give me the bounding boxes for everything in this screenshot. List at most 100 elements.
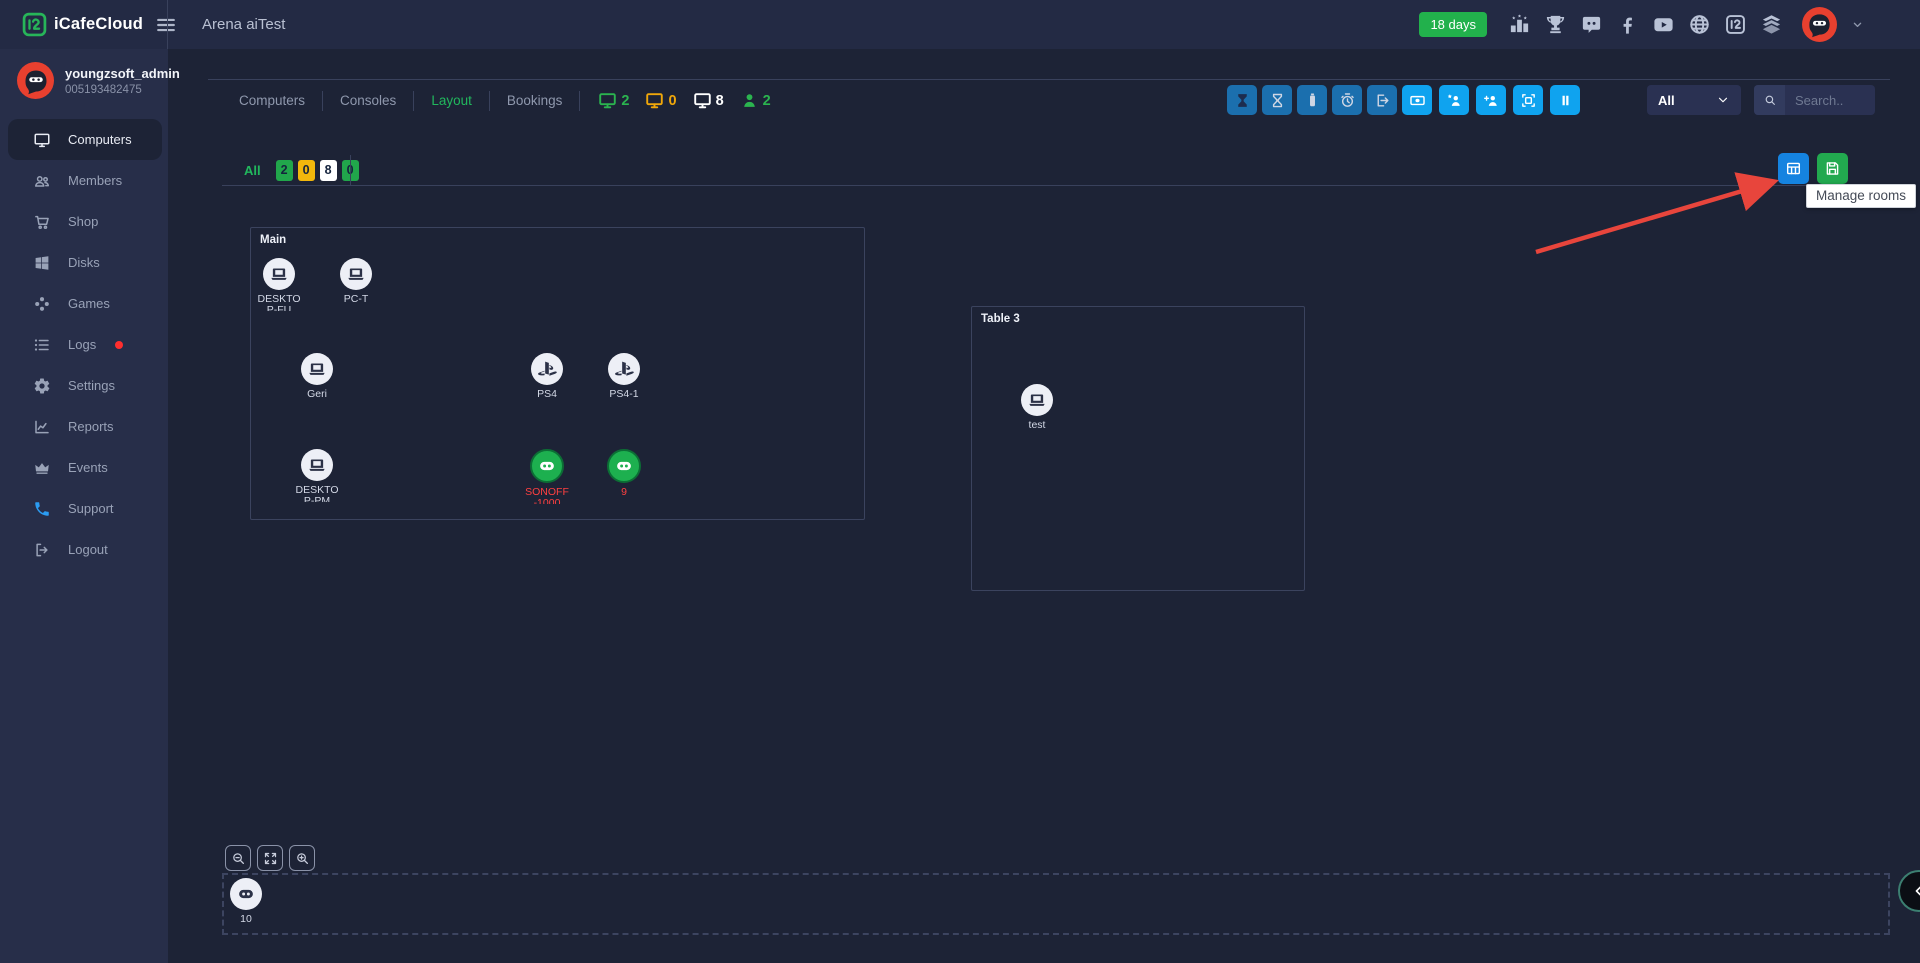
counter-value: 2	[763, 93, 771, 109]
sidebar-item-reports[interactable]: Reports	[8, 406, 162, 447]
account-menu-caret[interactable]	[1850, 17, 1865, 32]
ps-icon	[613, 358, 635, 380]
menu-toggle-button[interactable]	[155, 14, 177, 36]
device-label: 10	[216, 914, 276, 925]
unread-dot	[115, 341, 123, 349]
device-ps4[interactable]: PS4	[512, 353, 582, 400]
app-logo[interactable]: iCafeCloud	[22, 12, 143, 37]
device-desktop-pm[interactable]: DESKTOP-PM	[282, 449, 352, 502]
youngzsoft-icon	[1760, 13, 1783, 36]
playstation-icon	[608, 353, 640, 385]
sidebar-item-logs[interactable]: Logs	[8, 324, 162, 365]
counter-computers-0: 2	[598, 91, 629, 110]
collapse-panel-button[interactable]	[1898, 870, 1920, 912]
expand-icon	[263, 851, 278, 866]
header-actions: 18 days	[1419, 7, 1920, 42]
settings-icon	[33, 377, 51, 395]
screenshot-button[interactable]	[1513, 85, 1543, 115]
pause-button[interactable]	[1550, 85, 1580, 115]
ranking-icon	[1508, 13, 1531, 36]
pc-icon	[1021, 384, 1053, 416]
rooms-filter-all-tab[interactable]: All 2080	[222, 160, 359, 181]
save-icon	[1824, 160, 1841, 177]
timer-icon	[1339, 92, 1356, 109]
facebook-icon[interactable]	[1616, 13, 1639, 36]
sidebar-item-events[interactable]: Events	[8, 447, 162, 488]
youtube-icon[interactable]	[1652, 13, 1675, 36]
save-layout-button[interactable]	[1817, 153, 1848, 184]
device-9[interactable]: 9	[589, 449, 659, 498]
sidebar-item-members[interactable]: Members	[8, 160, 162, 201]
chevron-left-icon	[1909, 881, 1920, 901]
device-ps4-1[interactable]: PS4-1	[589, 353, 659, 400]
ranking-icon[interactable]	[1508, 13, 1531, 36]
sidebar-item-computers[interactable]: Computers	[8, 119, 162, 160]
ps-icon	[536, 358, 558, 380]
shop-icon	[33, 213, 51, 231]
view-tabs-row: ComputersConsolesLayoutBookings 2 0 8 2 All	[222, 84, 1890, 117]
chevron-down-icon	[1716, 93, 1730, 107]
filter-count-badge: 8	[320, 160, 337, 181]
tab-computers[interactable]: Computers	[222, 84, 322, 117]
user-id: 005193482475	[65, 84, 180, 96]
sidebar-item-games[interactable]: Games	[8, 283, 162, 324]
globe-icon	[1688, 13, 1711, 36]
sidebar-menu: Computers MembersShopDisksGamesLogsSettin…	[0, 119, 168, 570]
device-desktop-fu[interactable]: DESKTOP-FU	[244, 258, 314, 311]
hourglass-button[interactable]	[1262, 85, 1292, 115]
header-icon-row	[1508, 13, 1783, 36]
tab-consoles[interactable]: Consoles	[323, 84, 413, 117]
sidebar: youngzsoft_admin 005193482475 ComputersM…	[0, 49, 168, 963]
signout-button[interactable]	[1367, 85, 1397, 115]
device-pc-t[interactable]: PC-T	[321, 258, 391, 305]
sidebar-item-logout[interactable]: Logout	[8, 529, 162, 570]
discord-icon[interactable]	[1580, 13, 1603, 36]
trial-days-badge[interactable]: 18 days	[1419, 12, 1487, 37]
disks-icon	[33, 254, 51, 272]
zoom-out-button[interactable]	[225, 845, 251, 871]
playstation-icon	[531, 353, 563, 385]
pc-icon	[340, 258, 372, 290]
facebook-icon	[1616, 13, 1639, 36]
device-test[interactable]: test	[1002, 384, 1072, 431]
filter-dropdown[interactable]: All	[1647, 85, 1741, 115]
member-star-button[interactable]	[1439, 85, 1469, 115]
fit-screen-button[interactable]	[257, 845, 283, 871]
counter-value: 0	[668, 93, 676, 109]
device-geri[interactable]: Geri	[282, 353, 352, 400]
unassigned-devices-dock: 10	[222, 873, 1890, 935]
sidebar-item-disks[interactable]: Disks	[8, 242, 162, 283]
room-main: MainDESKTOP-FUPC-TGeriPS4PS4-1DESKTOP-PM…	[250, 227, 865, 520]
battery-button[interactable]	[1297, 85, 1327, 115]
icafecloud-icon[interactable]	[1724, 13, 1747, 36]
device-sonoff-1000[interactable]: SONOFF-1000	[512, 449, 582, 504]
view-tabs: ComputersConsolesLayoutBookings	[222, 84, 580, 117]
cash-button[interactable]	[1402, 85, 1432, 115]
hourglass-filled-button[interactable]	[1227, 85, 1257, 115]
sidebar-item-shop[interactable]: Shop	[8, 201, 162, 242]
games-icon	[33, 295, 51, 313]
globe-icon[interactable]	[1688, 13, 1711, 36]
sidebar-item-label: Computers	[68, 132, 132, 147]
tab-bookings[interactable]: Bookings	[490, 84, 580, 117]
trophy-icon[interactable]	[1544, 13, 1567, 36]
zoom-in-button[interactable]	[289, 845, 315, 871]
filter-count-badge: 2	[276, 160, 293, 181]
sidebar-item-settings[interactable]: Settings	[8, 365, 162, 406]
member-add-button[interactable]	[1476, 85, 1506, 115]
sidebar-item-label: Logout	[68, 542, 108, 557]
reports-icon	[33, 418, 51, 436]
timer-button[interactable]	[1332, 85, 1362, 115]
manage-rooms-button[interactable]	[1778, 153, 1809, 184]
youngzsoft-icon[interactable]	[1760, 13, 1783, 36]
search-input[interactable]	[1785, 93, 1875, 108]
header-avatar[interactable]	[1802, 7, 1837, 42]
laptop-icon	[306, 358, 328, 380]
monitor-icon	[645, 91, 664, 110]
counter-value: 8	[716, 93, 724, 109]
tab-layout[interactable]: Layout	[414, 84, 489, 117]
device-10[interactable]: 10	[211, 878, 281, 925]
chevron-down-icon	[1850, 17, 1865, 32]
sidebar-item-support[interactable]: Support	[8, 488, 162, 529]
icafecloud-icon	[1724, 13, 1747, 36]
